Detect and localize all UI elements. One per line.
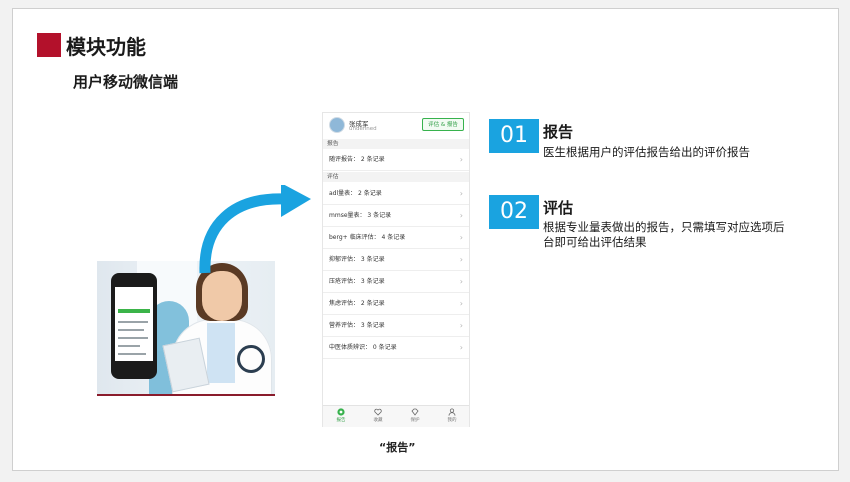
list-item-label: adl量表： 2 条记录	[329, 190, 382, 197]
app-tab-bar: 报告 收藏 保护 我的	[323, 405, 469, 427]
item-desc-eval: 根据专业量表做出的报告，只需填写对应选项后台即可给出评估结果	[543, 220, 785, 249]
section-label-eval: 评估	[323, 172, 469, 182]
tab-protect[interactable]: 保护	[397, 408, 433, 423]
chevron-right-icon: ›	[459, 299, 463, 308]
photo-doctor-shirt	[207, 323, 235, 383]
diamond-icon	[411, 408, 419, 416]
photo-phone	[111, 273, 157, 379]
list-item-label: 压疮评估： 3 条记录	[329, 278, 385, 285]
page-subtitle: 用户移动微信端	[73, 73, 179, 91]
tab-me[interactable]: 我的	[434, 408, 470, 423]
screen-caption: “报告”	[379, 441, 416, 454]
chevron-right-icon: ›	[459, 155, 463, 164]
photo-phone-screen	[115, 287, 153, 361]
photo-phone-line	[118, 337, 148, 339]
tab-report[interactable]: 报告	[323, 408, 359, 423]
list-item[interactable]: adl量表： 2 条记录 ›	[323, 183, 469, 205]
list-item-label: 中医体质辨识： 0 条记录	[329, 344, 397, 351]
photo-phone-line	[118, 329, 144, 331]
list-item[interactable]: 随评报告： 2 条记录 ›	[323, 149, 469, 171]
list-item[interactable]: mmse量表： 3 条记录 ›	[323, 205, 469, 227]
report-icon	[337, 408, 345, 416]
photo-phone-bar	[118, 309, 150, 313]
photo-phone-line	[118, 345, 140, 347]
list-item[interactable]: 营养评估： 3 条记录 ›	[323, 315, 469, 337]
number-badge-02: 02	[489, 195, 539, 229]
slide: 模块功能 用户移动微信端 张成军 undefined 评估 & 报告 报告 随评…	[12, 8, 839, 471]
chevron-right-icon: ›	[459, 189, 463, 198]
tab-label: 报告	[336, 418, 346, 423]
list-item[interactable]: berg+ 临床评估： 4 条记录 ›	[323, 227, 469, 249]
item-desc-report: 医生根据用户的评估报告给出的评价报告	[543, 145, 750, 159]
section-label-report: 报告	[323, 139, 469, 149]
user-icon	[448, 408, 456, 416]
page-title: 模块功能	[66, 35, 146, 59]
doctor-photo	[97, 261, 275, 396]
list-item[interactable]: 中医体质辨识： 0 条记录 ›	[323, 337, 469, 359]
list-item[interactable]: 压疮评估： 3 条记录 ›	[323, 271, 469, 293]
photo-phone-line	[118, 353, 146, 355]
photo-doctor-face	[202, 271, 242, 321]
heart-icon	[374, 408, 382, 416]
list-item-label: berg+ 临床评估： 4 条记录	[329, 234, 406, 241]
list-item-label: 焦虑评估： 2 条记录	[329, 300, 385, 307]
chevron-right-icon: ›	[459, 321, 463, 330]
user-subtitle: undefined	[349, 126, 377, 132]
list-item[interactable]: 焦虑评估： 2 条记录 ›	[323, 293, 469, 315]
tab-label: 保护	[410, 418, 420, 423]
eval-report-button[interactable]: 评估 & 报告	[422, 118, 464, 131]
item-title-report: 报告	[543, 123, 574, 141]
list-item-label: 抑郁评估： 3 条记录	[329, 256, 385, 263]
tab-label: 收藏	[373, 418, 383, 423]
chevron-right-icon: ›	[459, 255, 463, 264]
photo-stethoscope	[237, 345, 265, 373]
chevron-right-icon: ›	[459, 233, 463, 242]
number-badge-01: 01	[489, 119, 539, 153]
list-item-label: 营养评估： 3 条记录	[329, 322, 385, 329]
chevron-right-icon: ›	[459, 277, 463, 286]
app-header: 张成军 undefined 评估 & 报告	[323, 113, 469, 138]
tab-label: 我的	[447, 418, 457, 423]
tab-favorites[interactable]: 收藏	[360, 408, 396, 423]
title-marker	[37, 33, 61, 57]
chevron-right-icon: ›	[459, 211, 463, 220]
list-item[interactable]: 抑郁评估： 3 条记录 ›	[323, 249, 469, 271]
user-avatar[interactable]	[329, 117, 345, 133]
list-item-label: 随评报告： 2 条记录	[329, 156, 385, 163]
item-title-eval: 评估	[543, 199, 574, 217]
chevron-right-icon: ›	[459, 343, 463, 352]
curved-arrow-icon	[199, 185, 311, 274]
photo-phone-line	[118, 321, 148, 323]
list-item-label: mmse量表： 3 条记录	[329, 212, 392, 219]
mobile-app-screen: 张成军 undefined 评估 & 报告 报告 随评报告： 2 条记录 › 评…	[322, 112, 470, 427]
